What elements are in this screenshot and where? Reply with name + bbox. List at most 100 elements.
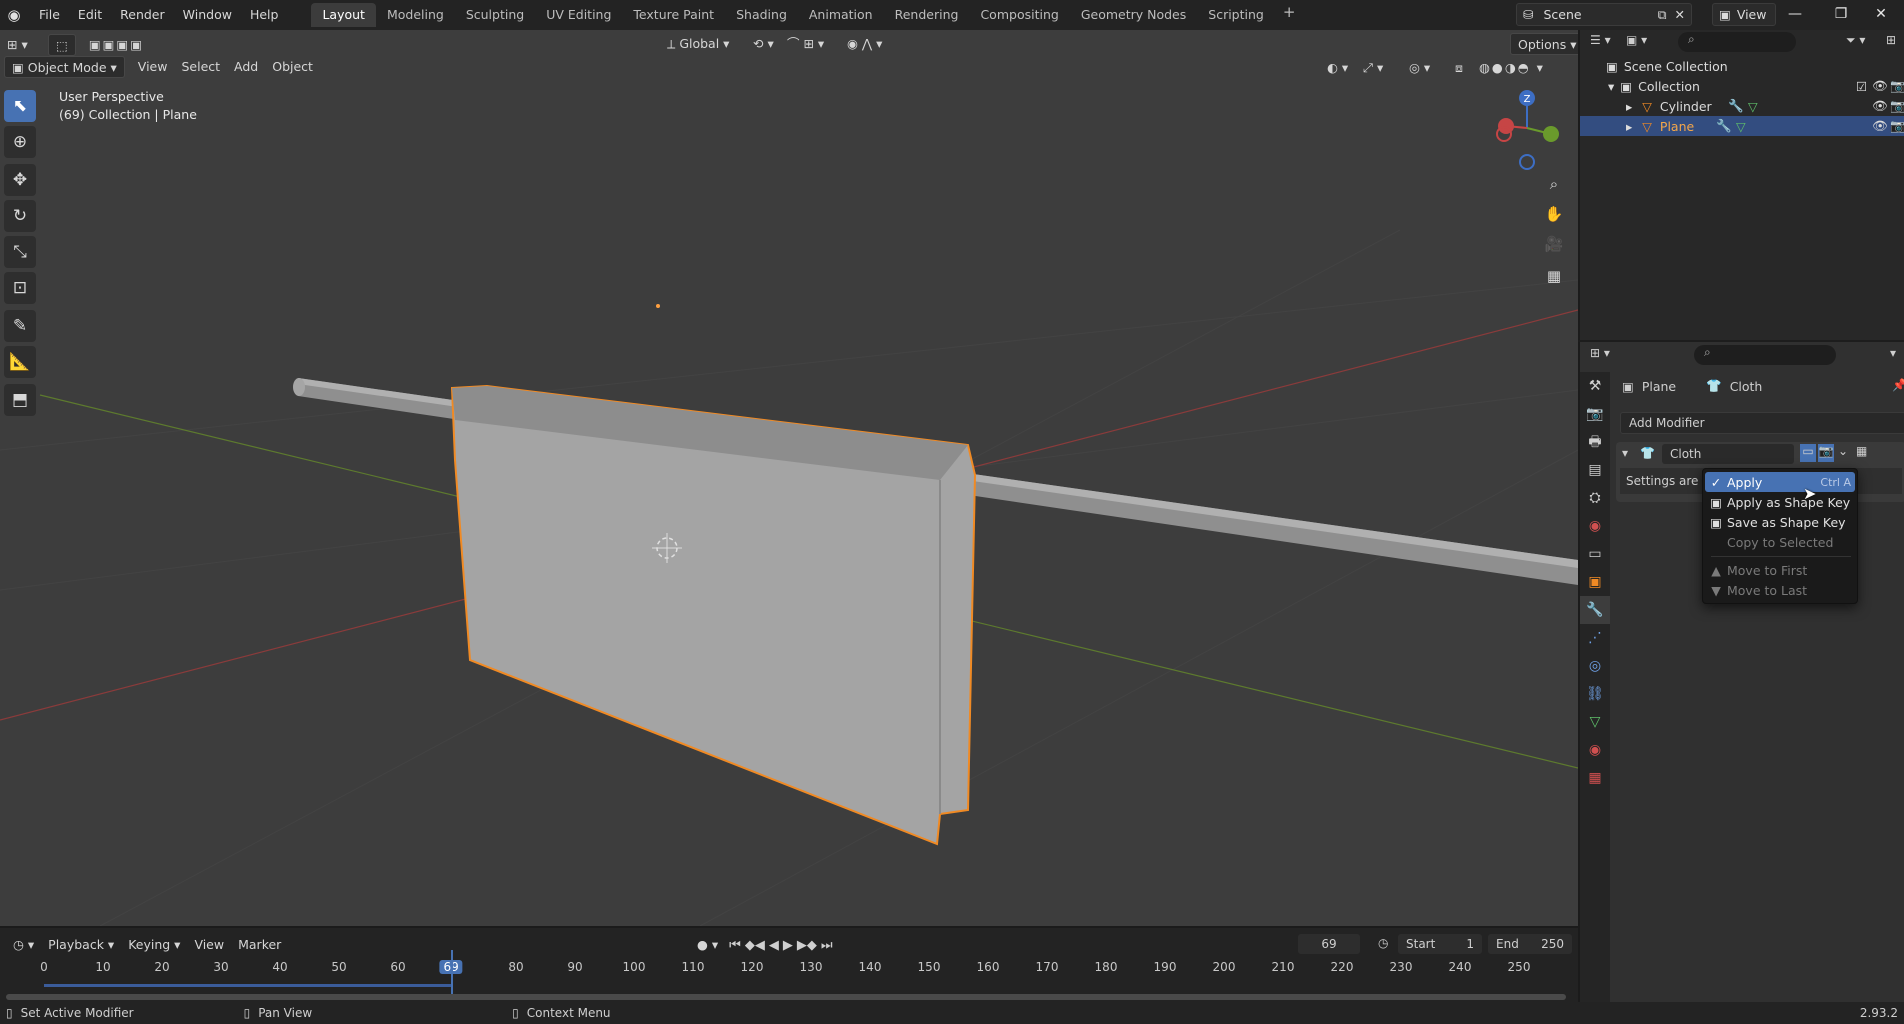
select-tool-icon[interactable]: ⬉ — [4, 90, 36, 122]
move-tool-icon[interactable]: ✥ — [4, 164, 36, 196]
select-box-tool-icon[interactable]: ⬚ — [48, 34, 76, 56]
close-scene-icon[interactable]: ✕ — [1675, 7, 1685, 22]
expand-icon[interactable]: ▾ — [1608, 79, 1614, 94]
add-workspace-icon[interactable]: + — [1275, 3, 1304, 27]
menu-render[interactable]: Render — [111, 0, 174, 30]
outliner-row-scene-collection[interactable]: ▣ Scene Collection — [1580, 56, 1904, 76]
tool-tab-icon[interactable]: ⚒ — [1580, 372, 1610, 400]
show-viewport-icon[interactable]: ▭ — [1800, 444, 1816, 462]
close-window-icon[interactable]: ✕ — [1858, 0, 1904, 30]
collapse-icon[interactable]: ▾ — [1622, 446, 1628, 460]
outliner-search-input[interactable]: ⌕ — [1678, 32, 1796, 52]
timeline-scrollbar[interactable] — [6, 994, 1566, 1000]
mode-dropdown[interactable]: ▣ Object Mode ▾ — [4, 56, 125, 78]
texture-tab-icon[interactable]: ▦ — [1580, 764, 1610, 792]
modifier-tab-icon[interactable]: 🔧 — [1580, 596, 1610, 624]
add-modifier-button[interactable]: Add Modifier — [1620, 412, 1904, 434]
ortho-grid-icon[interactable]: ▦ — [1540, 262, 1568, 290]
view-layer-tab-icon[interactable]: ▤ — [1580, 456, 1610, 484]
pivot-point-icon[interactable]: ⟲ ▾ — [746, 33, 781, 55]
camera-view-icon[interactable]: 🎥 — [1540, 230, 1568, 258]
menu-file[interactable]: File — [30, 0, 69, 30]
display-mode-icon[interactable]: ▣ ▾ — [1626, 33, 1647, 47]
menu-item-move-to-first[interactable]: ▲ Move to First — [1705, 560, 1855, 580]
menu-view[interactable]: View — [131, 56, 175, 78]
modifier-name-field[interactable]: Cloth — [1662, 444, 1794, 464]
pin-icon[interactable]: 📌 — [1892, 378, 1904, 392]
frame-ruler[interactable]: 0102030405060698090100110120130140150160… — [0, 928, 1578, 1004]
physics-tab-icon[interactable]: ◎ — [1580, 652, 1610, 680]
material-tab-icon[interactable]: ◉ — [1580, 736, 1610, 764]
pan-hand-icon[interactable]: ✋ — [1540, 200, 1568, 228]
new-collection-icon[interactable]: ⊞ — [1886, 33, 1896, 47]
3d-viewport[interactable]: Z — [0, 30, 1578, 926]
selection-mode-icons[interactable]: ▣▣▣▣ — [82, 34, 151, 56]
menu-help[interactable]: Help — [241, 0, 288, 30]
data-tab-icon[interactable]: ▽ — [1580, 708, 1610, 736]
tab-sculpting[interactable]: Sculpting — [455, 3, 535, 27]
zoom-icon[interactable]: ⌕ — [1540, 170, 1568, 198]
menu-select[interactable]: Select — [174, 56, 227, 78]
world-tab-icon[interactable]: ◉ — [1580, 512, 1610, 540]
snap-icon[interactable]: ⌒ ⊞ ▾ — [780, 33, 831, 55]
particles-tab-icon[interactable]: ⋰ — [1580, 624, 1610, 652]
menu-item-save-as-shape-key[interactable]: ▣ Save as Shape Key — [1705, 512, 1855, 532]
proportional-editing-icon[interactable]: ◉ ⋀ ▾ — [840, 33, 889, 55]
object-tab-icon[interactable]: ▣ — [1580, 568, 1610, 596]
rotate-tool-icon[interactable]: ↻ — [4, 200, 36, 232]
render-tab-icon[interactable]: 📷 — [1580, 400, 1610, 428]
tab-geometry-nodes[interactable]: Geometry Nodes — [1070, 3, 1197, 27]
menu-item-move-to-last[interactable]: ▼ Move to Last — [1705, 580, 1855, 600]
menu-add[interactable]: Add — [227, 56, 265, 78]
scale-tool-icon[interactable]: ⤡ — [4, 236, 36, 268]
eye-icon[interactable]: 👁 — [1872, 98, 1888, 114]
scene-selector[interactable]: ⛁ Scene ⧉ ✕ — [1516, 3, 1692, 26]
xray-icon[interactable]: ⧈ — [1448, 57, 1470, 79]
camera-render-icon[interactable]: 📷 — [1890, 78, 1904, 94]
outliner-row-cylinder[interactable]: ▸ ▽ Cylinder 🔧 ▽ 👁 📷 — [1580, 96, 1904, 116]
tab-scripting[interactable]: Scripting — [1197, 3, 1275, 27]
properties-search-input[interactable]: ⌕ — [1694, 345, 1836, 365]
constraints-tab-icon[interactable]: ⛓ — [1580, 680, 1610, 708]
expand-icon[interactable]: ▸ — [1626, 119, 1632, 134]
outliner-editor-icon[interactable]: ☰ ▾ — [1590, 33, 1611, 47]
tab-texture-paint[interactable]: Texture Paint — [622, 3, 725, 27]
expand-icon[interactable]: ▸ — [1626, 99, 1632, 114]
eye-icon[interactable]: 👁 — [1872, 118, 1888, 134]
options-dropdown[interactable]: Options ▾ — [1510, 33, 1585, 55]
camera-render-icon[interactable]: 📷 — [1890, 118, 1904, 134]
checkbox-icon[interactable]: ☑ — [1856, 79, 1867, 94]
properties-editor-icon[interactable]: ⊞ ▾ — [1590, 346, 1610, 360]
gizmo-toggle-icon[interactable]: ⤢ ▾ — [1356, 57, 1390, 79]
visibility-icon[interactable]: ◐ ▾ — [1320, 57, 1355, 79]
tab-modeling[interactable]: Modeling — [376, 3, 455, 27]
menu-item-apply-as-shape-key[interactable]: ▣ Apply as Shape Key — [1705, 492, 1855, 512]
overlays-icon[interactable]: ◎ ▾ — [1402, 57, 1437, 79]
outliner-row-collection[interactable]: ▾ ▣ Collection ☑ 👁 📷 — [1580, 76, 1904, 96]
modifier-extra-icon[interactable]: ▦ — [1856, 444, 1867, 458]
tab-shading[interactable]: Shading — [725, 3, 798, 27]
scene-tab-icon[interactable]: ⛭ — [1580, 484, 1610, 512]
menu-window[interactable]: Window — [174, 0, 241, 30]
blender-logo-icon[interactable]: ◉ — [4, 5, 24, 25]
cursor-tool-icon[interactable]: ⊕ — [4, 126, 36, 158]
minimize-icon[interactable]: — — [1772, 0, 1818, 30]
collection-tab-icon[interactable]: ▭ — [1580, 540, 1610, 568]
eye-icon[interactable]: 👁 — [1872, 78, 1888, 94]
add-cube-tool-icon[interactable]: ⬒ — [4, 384, 36, 416]
output-tab-icon[interactable]: 🖶 — [1580, 428, 1610, 456]
tab-compositing[interactable]: Compositing — [969, 3, 1069, 27]
new-scene-icon[interactable]: ⧉ — [1658, 7, 1667, 23]
transform-orientation-dropdown[interactable]: ⟂ Global ▾ — [660, 33, 736, 55]
modifier-menu-chevron-icon[interactable]: ⌄ — [1838, 444, 1848, 458]
panel-options-icon[interactable]: ▾ — [1890, 346, 1896, 360]
menu-object[interactable]: Object — [265, 56, 320, 78]
tab-rendering[interactable]: Rendering — [884, 3, 970, 27]
view-layer-selector[interactable]: ▣ View — [1712, 3, 1776, 26]
editor-type-icon[interactable]: ⊞ ▾ — [0, 34, 42, 56]
menu-item-copy-to-selected[interactable]: Copy to Selected — [1705, 532, 1855, 552]
camera-render-icon[interactable]: 📷 — [1890, 98, 1904, 114]
measure-tool-icon[interactable]: 📐 — [4, 346, 36, 378]
tab-layout[interactable]: Layout — [311, 3, 376, 27]
transform-tool-icon[interactable]: ⊡ — [4, 272, 36, 304]
